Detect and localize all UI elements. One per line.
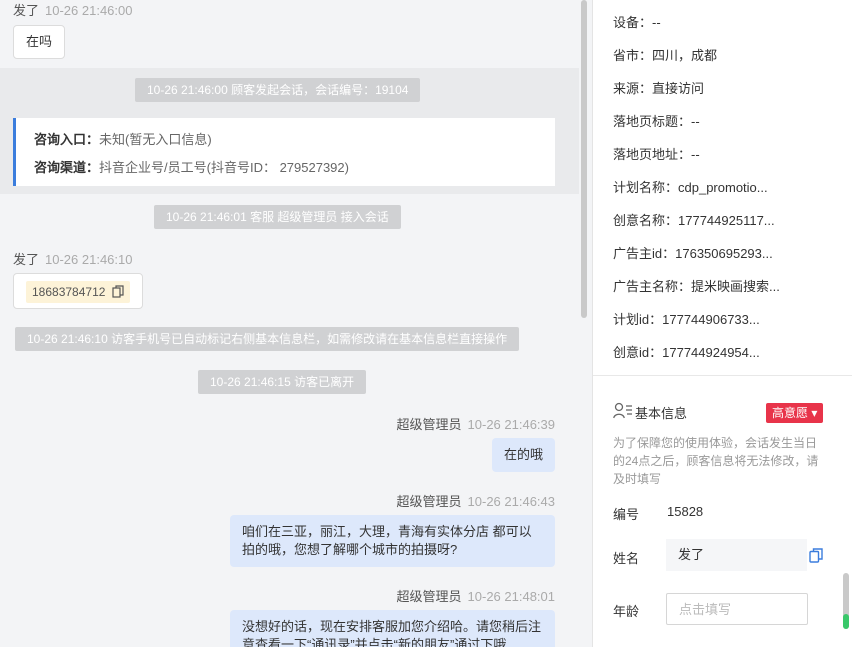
id-value: 15828 (667, 504, 704, 519)
info-value: 四川，成都 (652, 48, 718, 63)
info-label: 来源： (613, 81, 653, 96)
age-input[interactable] (666, 593, 808, 625)
consult-channel-value: 抖音企业号/员工号(抖音号ID： 279527392) (99, 160, 349, 175)
agent-message: 没想好的话，现在安排客服加您介绍哈。请您稍后注 意查看一下“通讯录”并点击“新的… (230, 610, 555, 647)
message-header: 超级管理员 10-26 21:46:39 (397, 414, 555, 433)
consult-entry-value: 未知(暂无入口信息) (99, 132, 212, 147)
info-label: 落地页地址： (613, 147, 692, 162)
sender-name: 超级管理员 (396, 417, 462, 432)
system-notice: 10-26 21:46:15 访客已离开 (198, 370, 367, 394)
message-line: 咱们在三亚，丽江，大理，青海有实体分店 都可以 (242, 524, 532, 539)
message-time: 10-26 21:46:10 (45, 252, 133, 267)
chat-pane: 发了 10-26 21:46:00 在吗 10-26 21:46:00 顾客发起会… (0, 0, 579, 647)
info-row: 来源：直接访问 (613, 78, 704, 97)
info-value: -- (691, 114, 700, 129)
info-row: 创意id：177744924954... (613, 342, 760, 361)
consult-entry-label: 咨询入口： (34, 132, 100, 147)
message-time: 10-26 21:46:00 (45, 3, 133, 18)
info-row: 设备：-- (613, 12, 661, 31)
info-value: -- (691, 147, 700, 162)
message-line: 拍的哦，您想了解哪个城市的拍摄呀? (242, 542, 458, 557)
message-header: 超级管理员 10-26 21:48:01 (397, 586, 555, 605)
info-row: 广告主id：176350695293... (613, 243, 773, 262)
basic-info-title: 基本信息 (635, 405, 688, 421)
message-time: 10-26 21:48:01 (467, 589, 555, 604)
section-divider (593, 375, 852, 376)
agent-message: 咱们在三亚，丽江，大理，青海有实体分店 都可以 拍的哦，您想了解哪个城市的拍摄呀… (230, 515, 555, 567)
info-value: 提米映画搜索... (691, 279, 780, 294)
message-time: 10-26 21:46:43 (467, 494, 555, 509)
agent-message: 在的哦 (491, 438, 555, 472)
sender-name: 发了 (13, 252, 40, 267)
message-line: 没想好的话，现在安排客服加您介绍哈。请您稍后注 (242, 619, 542, 634)
info-label: 计划id： (613, 312, 663, 327)
sender-name: 超级管理员 (396, 494, 462, 509)
copy-icon[interactable] (809, 548, 823, 563)
message-line: 意查看一下“通讯录”并点击“新的朋友”通过下哦 (242, 637, 507, 647)
info-row: 落地页标题：-- (613, 111, 700, 130)
panel-scrollbar-indicator (843, 614, 849, 629)
sender-name: 发了 (13, 3, 40, 18)
intent-level-dropdown[interactable]: 高意愿 ▾ (766, 403, 824, 423)
id-label: 编号 (613, 507, 640, 522)
info-row: 计划名称：cdp_promotio... (613, 177, 768, 196)
system-notice: 10-26 21:46:00 顾客发起会话，会话编号：19104 (135, 78, 421, 102)
info-label: 设备： (613, 15, 653, 30)
phone-number-tag[interactable]: 18683784712 (26, 281, 130, 303)
edit-deadline-note: 为了保障您的使用体验，会话发生当日的24点之后，顾客信息将无法修改，请及时填写 (613, 436, 819, 486)
age-label: 年龄 (613, 604, 640, 619)
customer-message: 在吗 (13, 25, 66, 59)
info-label: 广告主名称： (613, 279, 692, 294)
info-label: 创意id： (613, 345, 663, 360)
info-row: 广告主名称：提米映画搜索... (613, 276, 780, 295)
info-row: 省市：四川，成都 (613, 45, 717, 64)
chat-scrollbar[interactable] (579, 0, 592, 647)
message-time: 10-26 21:46:39 (467, 417, 555, 432)
system-notice: 10-26 21:46:10 访客手机号已自动标记右侧基本信息栏，如需修改请在基… (15, 327, 520, 351)
message-header: 超级管理员 10-26 21:46:43 (397, 491, 555, 510)
name-label: 姓名 (613, 551, 640, 566)
phone-number: 18683784712 (32, 285, 106, 299)
system-notice: 10-26 21:46:01 客服 超级管理员 接入会话 (154, 205, 401, 229)
info-label: 创意名称： (613, 213, 679, 228)
consult-info-card: 咨询入口：未知(暂无入口信息) 咨询渠道：抖音企业号/员工号(抖音号ID： 27… (13, 118, 555, 186)
basic-info-header: 基本信息 (613, 402, 687, 424)
customer-info-panel: 设备：-- 省市：四川，成都 来源：直接访问 落地页标题：-- 落地页地址：-- 计划名称… (593, 0, 852, 647)
info-row: 落地页地址：-- (613, 144, 700, 163)
info-value: 直接访问 (652, 81, 705, 96)
consult-channel-row: 咨询渠道：抖音企业号/员工号(抖音号ID： 279527392) (34, 154, 537, 182)
info-value: 177744924954... (662, 345, 760, 360)
consult-channel-label: 咨询渠道： (34, 160, 100, 175)
info-label: 落地页标题： (613, 114, 692, 129)
chat-scrollbar-thumb[interactable] (581, 0, 587, 318)
info-value: 176350695293... (675, 246, 773, 261)
info-row: 创意名称：177744925117... (613, 210, 775, 229)
info-label: 省市： (613, 48, 653, 63)
user-list-icon (613, 402, 635, 427)
info-label: 广告主id： (613, 246, 676, 261)
info-value: -- (652, 15, 661, 30)
message-header: 发了 10-26 21:46:10 (13, 249, 132, 268)
info-row: 计划id：177744906733... (613, 309, 760, 328)
message-header: 发了 10-26 21:46:00 (13, 0, 132, 19)
info-value: 177744906733... (662, 312, 760, 327)
customer-message: 18683784712 (13, 273, 143, 309)
consult-entry-row: 咨询入口：未知(暂无入口信息) (34, 126, 537, 154)
sender-name: 超级管理员 (396, 589, 462, 604)
name-field[interactable]: 发了 (666, 539, 807, 571)
info-value: 177744925117... (678, 213, 775, 228)
copy-icon[interactable] (112, 285, 124, 298)
info-label: 计划名称： (613, 180, 679, 195)
info-value: cdp_promotio... (678, 180, 768, 195)
